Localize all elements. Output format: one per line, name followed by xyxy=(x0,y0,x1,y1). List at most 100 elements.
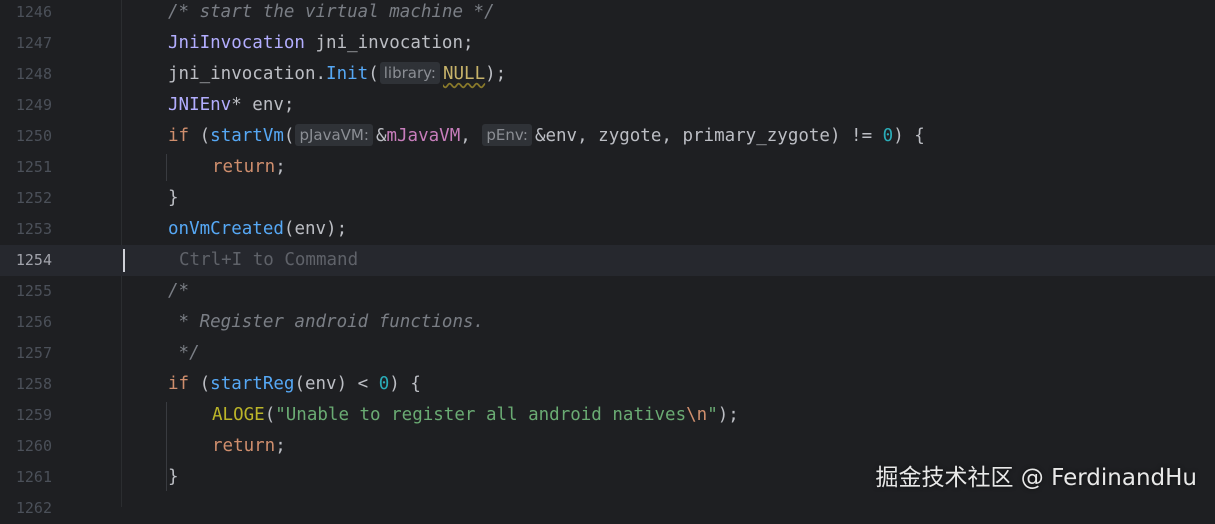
code-line[interactable]: 1256 * Register android functions. xyxy=(0,307,1215,338)
code-token: * Register android functions. xyxy=(168,312,485,332)
code-token: /* xyxy=(168,281,190,301)
code-token: \n xyxy=(686,405,708,425)
code-text: } xyxy=(168,183,179,214)
code-token: onVmCreated xyxy=(168,219,284,239)
code-token: jni_invocation. xyxy=(168,64,327,84)
line-number: 1251 xyxy=(15,158,52,176)
code-token: startReg xyxy=(210,374,295,394)
code-line[interactable]: 1262 xyxy=(0,493,1215,524)
code-line[interactable]: 1253 onVmCreated(env); xyxy=(0,214,1215,245)
code-token: if xyxy=(168,374,190,394)
line-number: 1255 xyxy=(15,282,52,300)
line-number: 1249 xyxy=(15,96,52,114)
code-token: jni_invocation; xyxy=(304,33,474,53)
code-token: "Unable to register all android natives xyxy=(275,405,687,425)
code-token: mJavaVM xyxy=(386,126,461,146)
code-token: ) { xyxy=(389,374,421,394)
code-token: */ xyxy=(168,343,200,363)
code-token: ); xyxy=(485,64,507,84)
line-number: 1257 xyxy=(15,344,52,362)
code-text: Ctrl+I to Command xyxy=(179,245,358,276)
code-token: ); xyxy=(717,405,739,425)
code-token: (env) < xyxy=(294,374,379,394)
code-line[interactable]: 1258 if (startReg(env) < 0) { xyxy=(0,369,1215,400)
line-number: 1253 xyxy=(15,220,52,238)
code-token: (env); xyxy=(283,219,348,239)
code-token: } xyxy=(168,467,179,487)
line-number: 1261 xyxy=(15,468,52,486)
code-token: if xyxy=(168,126,190,146)
line-number: 1252 xyxy=(15,189,52,207)
code-token: ) { xyxy=(893,126,925,146)
code-token: 0 xyxy=(882,126,894,146)
code-token: } xyxy=(168,188,179,208)
code-token: & xyxy=(375,126,387,146)
line-number: 1246 xyxy=(15,3,52,21)
code-line[interactable]: 1255 /* xyxy=(0,276,1215,307)
code-token: Ctrl+I to Command xyxy=(179,250,359,270)
code-token: return xyxy=(212,157,276,177)
code-line[interactable]: 1257 */ xyxy=(0,338,1215,369)
code-token: " xyxy=(707,405,718,425)
code-text: return; xyxy=(212,152,286,183)
code-text: } xyxy=(168,462,179,493)
code-token: Init xyxy=(326,64,369,84)
line-number: 1256 xyxy=(15,313,52,331)
code-text: */ xyxy=(168,338,200,369)
indent-guide xyxy=(166,154,167,181)
code-token: * env; xyxy=(231,95,295,115)
code-token: ( xyxy=(189,374,211,394)
code-text: /* xyxy=(168,276,189,307)
code-line[interactable]: 1247 JniInvocation jni_invocation; xyxy=(0,28,1215,59)
code-token: ( xyxy=(283,126,295,146)
code-text: JniInvocation jni_invocation; xyxy=(168,28,474,59)
line-number: 1258 xyxy=(15,375,52,393)
line-number: 1260 xyxy=(15,437,52,455)
code-line[interactable]: 1259 ALOGE("Unable to register all androi… xyxy=(0,400,1215,431)
code-line[interactable]: 1250 if (startVm(pJavaVM: &mJavaVM, pEnv: &… xyxy=(0,121,1215,152)
code-token: return xyxy=(212,436,276,456)
code-line[interactable]: 1246 /* start the virtual machine */ xyxy=(0,0,1215,28)
code-line[interactable]: 1254 Ctrl+I to Command xyxy=(0,245,1215,276)
code-token: ( xyxy=(264,405,276,425)
code-token: &env, zygote, primary_zygote) != xyxy=(534,126,883,146)
code-text: return; xyxy=(212,431,286,462)
line-number: 1250 xyxy=(15,127,52,145)
code-line[interactable]: 1249 JNIEnv* env; xyxy=(0,90,1215,121)
code-token: JNIEnv xyxy=(168,95,232,115)
code-token: NULL xyxy=(442,64,486,84)
indent-guide xyxy=(166,402,167,491)
code-text: if (startReg(env) < 0) { xyxy=(168,369,421,400)
code-token: , xyxy=(460,126,482,146)
code-text: * Register android functions. xyxy=(168,307,485,338)
code-text: JNIEnv* env; xyxy=(168,90,294,121)
line-number: 1254 xyxy=(15,251,52,269)
text-caret xyxy=(123,249,125,272)
code-text: onVmCreated(env); xyxy=(168,214,347,245)
line-number: 1247 xyxy=(15,34,52,52)
line-number: 1248 xyxy=(15,65,52,83)
code-token: startVm xyxy=(210,126,284,146)
line-number: 1259 xyxy=(15,406,52,424)
code-token: ( xyxy=(189,126,211,146)
watermark: 掘金技术社区 @ FerdinandHu xyxy=(875,465,1197,491)
code-token: ( xyxy=(368,64,379,84)
code-token: ALOGE xyxy=(212,405,265,425)
code-line[interactable]: 1251 return; xyxy=(0,152,1215,183)
parameter-hint: library: xyxy=(379,62,440,84)
code-text: if (startVm(pJavaVM: &mJavaVM, pEnv: &env,… xyxy=(168,121,925,152)
code-text: ALOGE("Unable to register all android na… xyxy=(212,400,739,431)
code-token: JniInvocation xyxy=(168,33,305,53)
parameter-hint: pJavaVM: xyxy=(295,124,373,146)
code-line[interactable]: 1248 jni_invocation.Init(library: NULL); xyxy=(0,59,1215,90)
code-line[interactable]: 1252} xyxy=(0,183,1215,214)
code-text: /* start the virtual machine */ xyxy=(168,0,495,28)
code-editor[interactable]: 1246 /* start the virtual machine */ 1247 J… xyxy=(0,0,1215,517)
code-token: /* start the virtual machine */ xyxy=(168,2,495,22)
code-token: 0 xyxy=(378,374,390,394)
code-text: jni_invocation.Init(library: NULL); xyxy=(168,59,506,90)
parameter-hint: pEnv: xyxy=(482,124,532,146)
code-token: ; xyxy=(275,436,286,456)
line-number: 1262 xyxy=(15,499,52,517)
code-token: ; xyxy=(275,157,286,177)
